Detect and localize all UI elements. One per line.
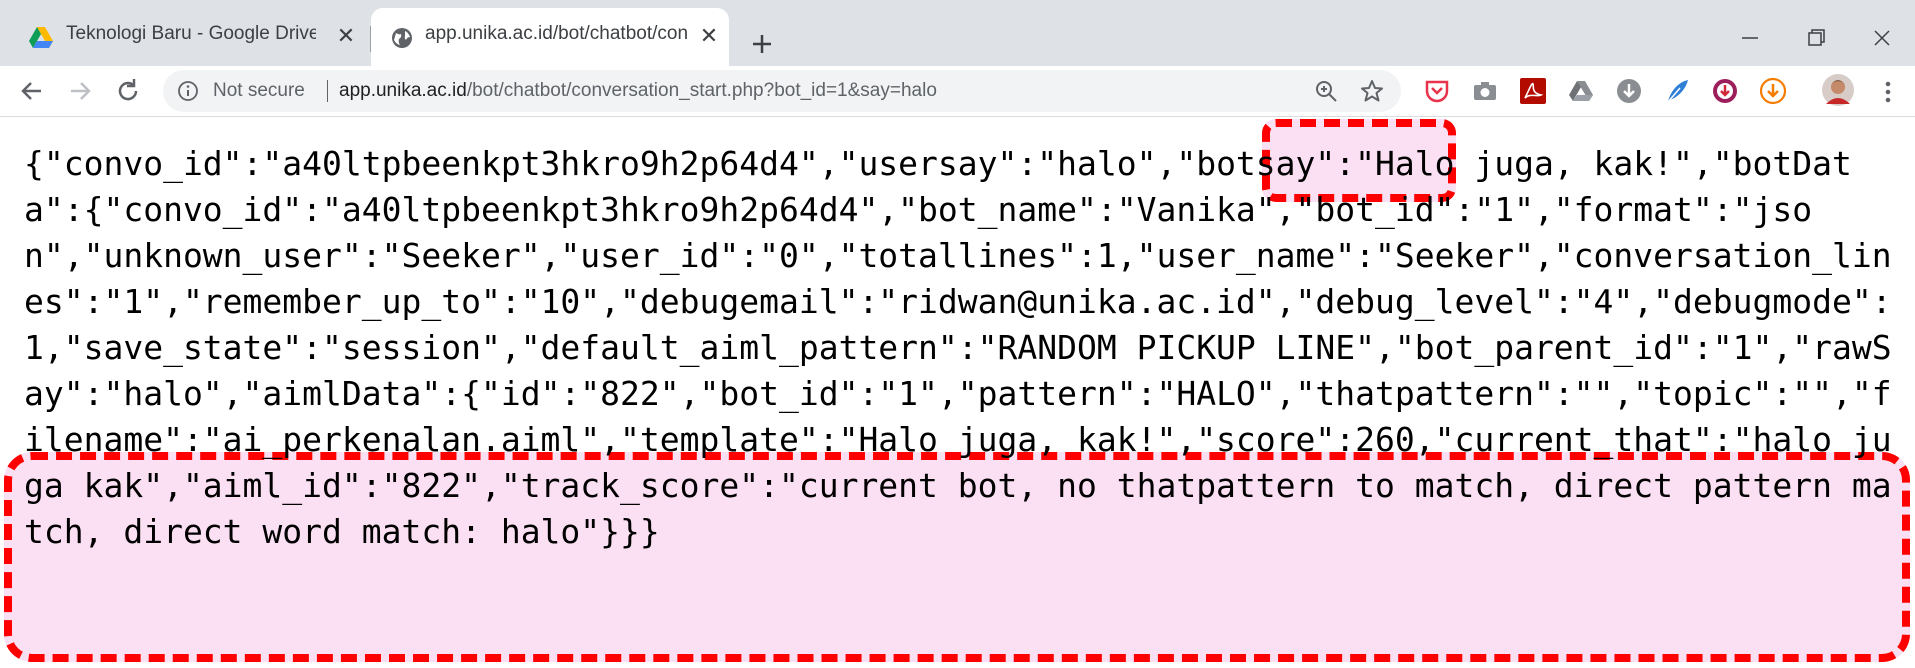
profile-avatar[interactable] [1822,74,1854,106]
tab-google-drive[interactable]: Teknologi Baru - Google Drive ✕ [0,8,370,66]
browser-toolbar: Not secure app.unika.ac.id/bot/chatbot/c… [0,66,1915,117]
download-circle-icon[interactable] [1614,76,1644,106]
star-icon[interactable] [1359,78,1385,104]
zoom-icon[interactable] [1313,78,1339,104]
json-text-part1: {"convo_id":"a40ltpbeenkpt3hkro9h2p64d4"… [24,144,1177,183]
info-icon[interactable] [177,80,199,102]
drive-icon[interactable] [1566,76,1596,106]
json-botsay-key: "botsay" [1176,144,1336,183]
restore-icon[interactable] [1796,22,1836,54]
camera-icon[interactable] [1470,76,1500,106]
tab-close-icon[interactable]: ✕ [332,22,360,50]
back-icon[interactable] [14,73,50,109]
feather-icon[interactable] [1662,76,1692,106]
url-path: /bot/chatbot/conversation_start.php?bot_… [466,80,937,101]
globe-icon [392,28,412,48]
record-icon[interactable] [1710,76,1740,106]
url-host: app.unika.ac.id [339,80,467,101]
tab-chatbot[interactable]: app.unika.ac.id/bot/chatbot/conversation… [371,8,729,66]
minimize-icon[interactable] [1730,22,1770,54]
security-label[interactable]: Not secure [213,80,305,102]
window-frame [0,0,1915,8]
new-tab-icon[interactable] [744,26,780,62]
pocket-icon[interactable] [1422,76,1452,106]
json-response: {"convo_id":"a40ltpbeenkpt3hkro9h2p64d4"… [24,141,1894,555]
acrobat-icon[interactable] [1518,76,1548,106]
tab-strip: Teknologi Baru - Google Drive ✕ app.unik… [0,8,1915,66]
address-bar[interactable]: Not secure app.unika.ac.id/bot/chatbot/c… [163,70,1401,112]
url-text[interactable]: app.unika.ac.id/bot/chatbot/conversation… [339,80,937,102]
tab-title: app.unika.ac.id/bot/chatbot/conversation… [425,23,687,44]
google-drive-icon [29,27,53,48]
close-window-icon[interactable] [1862,22,1902,54]
divider [327,80,328,102]
json-text-part2: :"Halo juga, kak!","botData":{"convo_id"… [24,144,1892,413]
tab-close-icon[interactable]: ✕ [695,22,723,50]
tab-title: Teknologi Baru - Google Drive [66,23,316,44]
forward-icon[interactable] [62,73,98,109]
download-arrow-icon[interactable] [1758,76,1788,106]
reload-icon[interactable] [110,73,146,109]
menu-icon[interactable] [1878,78,1898,106]
